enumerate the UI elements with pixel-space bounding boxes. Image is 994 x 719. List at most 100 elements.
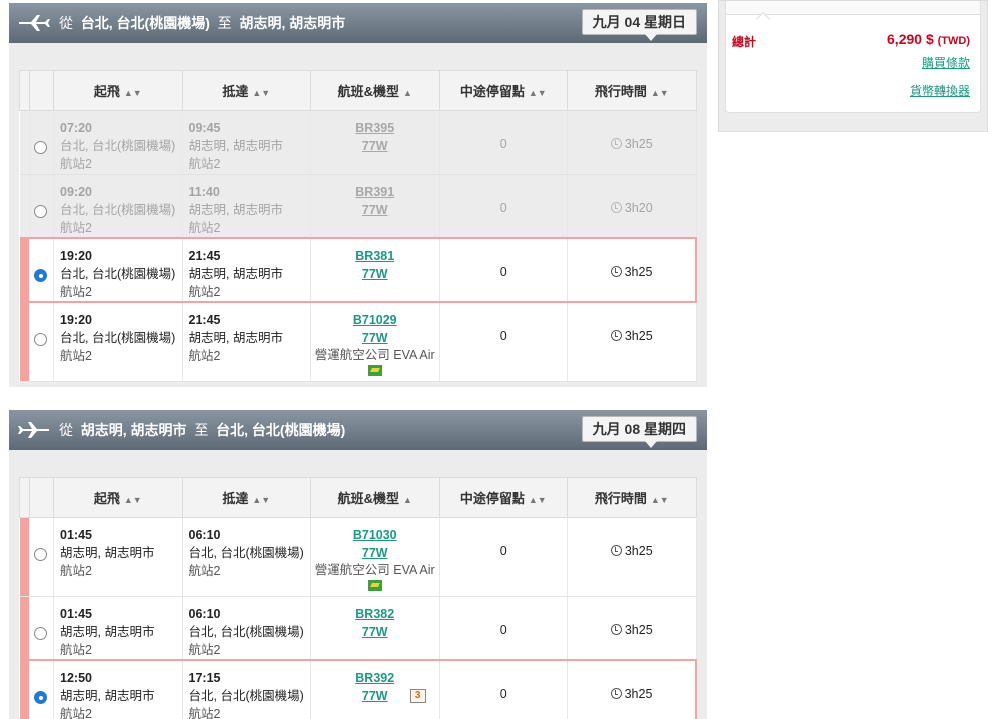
departure-cell: 12:50 胡志明, 胡志明市 航站2 xyxy=(53,659,183,719)
aircraft-link[interactable]: 77W xyxy=(362,139,388,153)
arrival-time: 11:40 xyxy=(188,185,220,199)
flight-number-link[interactable]: B71029 xyxy=(353,313,397,327)
destination-city: 胡志明, 胡志明市 xyxy=(239,15,346,31)
aircraft-link[interactable]: 77W xyxy=(362,625,388,639)
departure-terminal: 航站2 xyxy=(60,564,92,578)
sort-asc-icon: ▲ xyxy=(402,495,412,505)
currency-converter-link[interactable]: 貨幣轉換器 xyxy=(910,82,970,99)
outbound-header: 從 台北, 台北(桃園機場) 至 胡志明, 胡志明市 九月 04 星期日 xyxy=(9,3,707,43)
column-stops[interactable]: 中途停留點 ▲▼ xyxy=(438,477,568,518)
flight-duration: 3h25 xyxy=(624,137,653,151)
column-duration[interactable]: 飛行時間 ▲▼ xyxy=(567,477,697,518)
departure-city: 台北, 台北(桃園機場) xyxy=(60,203,176,217)
stops-cell: 0 xyxy=(439,596,568,661)
departure-time: 01:45 xyxy=(60,528,92,542)
departure-cell: 19:20 台北, 台北(桃園機場) 航站2 xyxy=(53,302,183,382)
aircraft-link[interactable]: 77W xyxy=(362,546,388,560)
currency-label: (TWD) xyxy=(937,35,970,47)
flight-number-link[interactable]: BR381 xyxy=(355,249,394,263)
arrival-terminal: 航站2 xyxy=(188,349,221,363)
arrival-city: 台北, 台北(桃園機場) xyxy=(188,625,304,639)
origin-city: 台北, 台北(桃園機場) xyxy=(80,15,210,31)
select-flight-radio[interactable] xyxy=(34,205,47,218)
date-selector[interactable]: 九月 08 星期四 xyxy=(581,416,697,448)
aircraft-link[interactable]: 77W xyxy=(362,689,388,703)
clock-icon xyxy=(610,330,622,341)
column-arrive[interactable]: 抵達 ▲▼ xyxy=(181,477,311,518)
stops-count: 0 xyxy=(499,544,507,558)
column-flight[interactable]: 航班&機型 ▲ xyxy=(310,477,440,518)
duration-cell: 3h25 xyxy=(567,110,697,175)
departure-city: 胡志明, 胡志明市 xyxy=(60,546,155,560)
flight-number-link[interactable]: BR382 xyxy=(355,607,394,621)
departure-time: 19:20 xyxy=(60,313,92,327)
column-arrive[interactable]: 抵達 ▲▼ xyxy=(181,70,311,111)
departure-cell: 07:20 台北, 台北(桃園機場) 航站2 xyxy=(53,110,183,175)
arrival-terminal: 航站2 xyxy=(188,643,221,657)
outbound-flights-table: 起飛 ▲▼ 抵達 ▲▼ 航班&機型 ▲ 中途停留點 ▲▼ 飛行時間 ▲▼ 07:20 台北,… xyxy=(19,70,697,382)
flight-duration: 3h20 xyxy=(624,201,653,215)
clock-icon xyxy=(610,688,622,699)
select-flight-radio[interactable] xyxy=(34,627,47,640)
column-depart[interactable]: 起飛 ▲▼ xyxy=(53,477,183,518)
flight-number-link[interactable]: BR391 xyxy=(355,185,394,199)
operating-carrier: 營運航空公司 EVA Air xyxy=(314,348,435,362)
departure-cell: 19:20 台北, 台北(桃園機場) 航站2 xyxy=(53,237,183,303)
purchase-terms-link[interactable]: 購買條款 xyxy=(922,54,970,71)
to-word: 至 xyxy=(194,422,209,438)
column-flight[interactable]: 航班&機型 ▲ xyxy=(310,70,440,111)
flight-row[interactable]: 12:50 胡志明, 胡志明市 航站2 17:15 台北, 台北(桃園機場) 航站2 BR3… xyxy=(19,659,697,719)
flight-duration: 3h25 xyxy=(624,544,653,558)
sort-icon: ▲▼ xyxy=(123,495,142,505)
flight-number-link[interactable]: B71030 xyxy=(353,528,397,542)
column-stops[interactable]: 中途停留點 ▲▼ xyxy=(438,70,568,111)
duration-cell: 3h25 xyxy=(567,517,697,597)
select-flight-radio[interactable] xyxy=(34,141,47,154)
duration-cell: 3h20 xyxy=(567,174,697,239)
inbound-section: 從 胡志明, 胡志明市 至 台北, 台北(桃園機場) 九月 08 星期四 起飛 ▲… xyxy=(9,410,707,719)
stops-cell: 0 xyxy=(439,174,568,239)
stops-count: 0 xyxy=(499,623,507,637)
aircraft-link[interactable]: 77W xyxy=(362,331,388,345)
row-indicator xyxy=(19,517,30,597)
select-flight-radio[interactable] xyxy=(34,333,47,346)
flight-row[interactable]: 19:20 台北, 台北(桃園機場) 航站2 21:45 胡志明, 胡志明市 航站2 BR3… xyxy=(19,237,697,303)
arrival-city: 胡志明, 胡志明市 xyxy=(188,267,283,281)
departure-city: 台北, 台北(桃園機場) xyxy=(60,331,176,345)
select-flight-radio[interactable] xyxy=(34,269,47,282)
column-depart[interactable]: 起飛 ▲▼ xyxy=(53,70,183,111)
flight-row[interactable]: 01:45 胡志明, 胡志明市 航站2 06:10 台北, 台北(桃園機場) 航站2 B71… xyxy=(19,517,697,597)
flight-number-link[interactable]: BR395 xyxy=(355,121,394,135)
departure-time: 07:20 xyxy=(60,121,92,135)
arrival-terminal: 航站2 xyxy=(188,707,221,719)
stops-count: 0 xyxy=(499,265,507,279)
arrival-cell: 21:45 胡志明, 胡志明市 航站2 xyxy=(182,237,311,303)
select-flight-radio[interactable] xyxy=(34,691,47,704)
select-flight-radio[interactable] xyxy=(34,548,47,561)
column-duration[interactable]: 飛行時間 ▲▼ xyxy=(567,70,697,111)
duration-cell: 3h25 xyxy=(567,659,697,719)
departure-terminal: 航站2 xyxy=(60,349,92,363)
aircraft-link[interactable]: 77W xyxy=(362,203,388,217)
flight-number-link[interactable]: BR392 xyxy=(355,671,394,685)
inbound-flights-table: 起飛 ▲▼ 抵達 ▲▼ 航班&機型 ▲ 中途停留點 ▲▼ 飛行時間 ▲▼ 01:45 胡志明… xyxy=(19,477,697,719)
duration-cell: 3h25 xyxy=(567,596,697,661)
arrival-cell: 11:40 胡志明, 胡志明市 航站2 xyxy=(182,174,311,239)
flight-row[interactable]: 07:20 台北, 台北(桃園機場) 航站2 09:45 胡志明, 胡志明市 航站2 BR3… xyxy=(19,110,697,175)
meal-icon: 3 xyxy=(409,689,426,703)
arrival-city: 胡志明, 胡志明市 xyxy=(188,203,283,217)
row-indicator xyxy=(19,596,30,661)
flight-cell: BR382 77W xyxy=(310,596,440,661)
date-selector[interactable]: 九月 04 星期日 xyxy=(581,9,697,41)
arrival-time: 06:10 xyxy=(188,607,221,621)
flight-cell: BR395 77W xyxy=(310,110,440,175)
departure-city: 台北, 台北(桃園機場) xyxy=(60,139,176,153)
arrival-cell: 06:10 台北, 台北(桃園機場) 航站2 xyxy=(182,517,311,597)
flight-row[interactable]: 01:45 胡志明, 胡志明市 航站2 06:10 台北, 台北(桃園機場) 航站2 BR3… xyxy=(19,596,697,661)
flight-cell: BR392 77W 3 xyxy=(310,659,440,719)
arrival-time: 21:45 xyxy=(188,313,221,327)
flight-row[interactable]: 19:20 台北, 台北(桃園機場) 航站2 21:45 胡志明, 胡志明市 航站2 B71… xyxy=(19,302,697,382)
flight-row[interactable]: 09:20 台北, 台北(桃園機場) 航站2 11:40 胡志明, 胡志明市 航站2 BR3… xyxy=(19,174,697,239)
departure-city: 胡志明, 胡志明市 xyxy=(60,689,155,703)
aircraft-link[interactable]: 77W xyxy=(362,267,388,281)
